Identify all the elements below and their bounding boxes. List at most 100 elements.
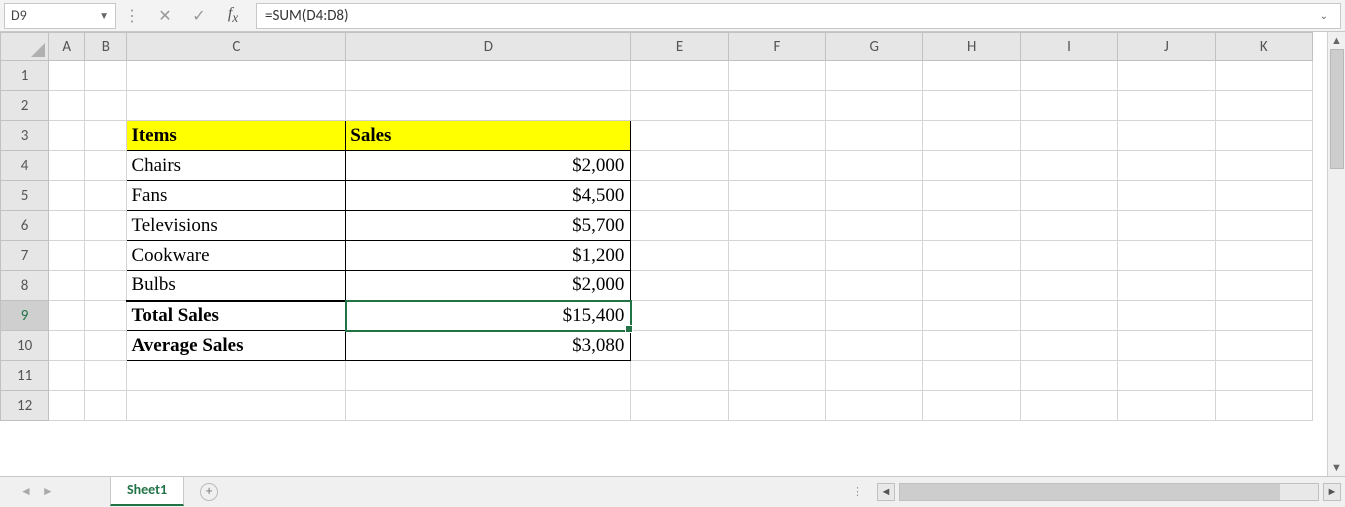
cell-B2[interactable]	[85, 91, 127, 121]
cell-E11[interactable]	[631, 361, 728, 391]
cell-H12[interactable]	[923, 391, 1020, 421]
cell-F2[interactable]	[728, 91, 825, 121]
cell-H1[interactable]	[923, 61, 1020, 91]
row-header-11[interactable]: 11	[1, 361, 49, 391]
fx-icon[interactable]: fx	[216, 5, 250, 26]
cell-I7[interactable]	[1020, 241, 1117, 271]
scroll-right-icon[interactable]: ►	[1323, 483, 1341, 501]
cell-G10[interactable]	[826, 331, 923, 361]
cell-D11[interactable]	[346, 361, 631, 391]
cell-D9[interactable]: $15,400	[346, 301, 631, 331]
row-header-2[interactable]: 2	[1, 91, 49, 121]
cell-F9[interactable]	[728, 301, 825, 331]
cell-E8[interactable]	[631, 271, 728, 301]
cell-E1[interactable]	[631, 61, 728, 91]
tab-next-icon[interactable]: ►	[42, 484, 54, 499]
col-header-K[interactable]: K	[1215, 33, 1312, 61]
cell-C3[interactable]: Items	[127, 121, 346, 151]
cell-E7[interactable]	[631, 241, 728, 271]
cell-J11[interactable]	[1118, 361, 1215, 391]
cell-G9[interactable]	[826, 301, 923, 331]
cell-D1[interactable]	[346, 61, 631, 91]
row-header-4[interactable]: 4	[1, 151, 49, 181]
cell-H4[interactable]	[923, 151, 1020, 181]
cell-C7[interactable]: Cookware	[127, 241, 346, 271]
cell-K9[interactable]	[1215, 301, 1312, 331]
row-header-6[interactable]: 6	[1, 211, 49, 241]
cell-C6[interactable]: Televisions	[127, 211, 346, 241]
cell-K1[interactable]	[1215, 61, 1312, 91]
cell-H8[interactable]	[923, 271, 1020, 301]
cell-B5[interactable]	[85, 181, 127, 211]
cell-A8[interactable]	[49, 271, 85, 301]
cell-E6[interactable]	[631, 211, 728, 241]
cell-A5[interactable]	[49, 181, 85, 211]
cell-B1[interactable]	[85, 61, 127, 91]
cell-E3[interactable]	[631, 121, 728, 151]
cell-B6[interactable]	[85, 211, 127, 241]
cell-I6[interactable]	[1020, 211, 1117, 241]
row-header-5[interactable]: 5	[1, 181, 49, 211]
cell-F7[interactable]	[728, 241, 825, 271]
hscroll-thumb[interactable]	[900, 484, 1280, 500]
col-header-G[interactable]: G	[826, 33, 923, 61]
cell-K8[interactable]	[1215, 271, 1312, 301]
row-header-3[interactable]: 3	[1, 121, 49, 151]
add-sheet-button[interactable]: +	[200, 483, 218, 501]
cell-J10[interactable]	[1118, 331, 1215, 361]
cell-I5[interactable]	[1020, 181, 1117, 211]
select-all-corner[interactable]	[1, 33, 49, 61]
cell-A11[interactable]	[49, 361, 85, 391]
cell-K6[interactable]	[1215, 211, 1312, 241]
cell-D6[interactable]: $5,700	[346, 211, 631, 241]
cell-K3[interactable]	[1215, 121, 1312, 151]
cell-G5[interactable]	[826, 181, 923, 211]
tab-prev-icon[interactable]: ◄	[20, 484, 32, 499]
cell-J2[interactable]	[1118, 91, 1215, 121]
horizontal-scrollbar[interactable]: ⋮ ◄ ►	[218, 483, 1345, 501]
cell-F4[interactable]	[728, 151, 825, 181]
cell-A1[interactable]	[49, 61, 85, 91]
cell-E2[interactable]	[631, 91, 728, 121]
check-icon[interactable]: ✓	[182, 6, 216, 26]
cell-A4[interactable]	[49, 151, 85, 181]
row-header-9[interactable]: 9	[1, 301, 49, 331]
row-header-12[interactable]: 12	[1, 391, 49, 421]
row-header-1[interactable]: 1	[1, 61, 49, 91]
cell-G2[interactable]	[826, 91, 923, 121]
cell-D7[interactable]: $1,200	[346, 241, 631, 271]
cell-B3[interactable]	[85, 121, 127, 151]
cell-B9[interactable]	[85, 301, 127, 331]
cell-A2[interactable]	[49, 91, 85, 121]
cell-D12[interactable]	[346, 391, 631, 421]
cell-H2[interactable]	[923, 91, 1020, 121]
cell-H6[interactable]	[923, 211, 1020, 241]
scroll-up-icon[interactable]: ▲	[1331, 34, 1342, 47]
formula-input[interactable]: =SUM(D4:D8) ⌄	[256, 3, 1341, 29]
row-header-7[interactable]: 7	[1, 241, 49, 271]
cell-G7[interactable]	[826, 241, 923, 271]
cell-D5[interactable]: $4,500	[346, 181, 631, 211]
col-header-C[interactable]: C	[127, 33, 346, 61]
cell-C12[interactable]	[127, 391, 346, 421]
col-header-B[interactable]: B	[85, 33, 127, 61]
cell-H7[interactable]	[923, 241, 1020, 271]
cell-F6[interactable]	[728, 211, 825, 241]
cell-G8[interactable]	[826, 271, 923, 301]
vertical-scrollbar[interactable]: ▲ ▼	[1327, 32, 1345, 476]
col-header-J[interactable]: J	[1118, 33, 1215, 61]
col-header-I[interactable]: I	[1020, 33, 1117, 61]
cell-F8[interactable]	[728, 271, 825, 301]
col-header-F[interactable]: F	[728, 33, 825, 61]
chevron-down-icon[interactable]: ▼	[99, 9, 109, 22]
cell-A3[interactable]	[49, 121, 85, 151]
cell-D10[interactable]: $3,080	[346, 331, 631, 361]
cell-F12[interactable]	[728, 391, 825, 421]
scroll-down-icon[interactable]: ▼	[1331, 461, 1342, 474]
cell-J4[interactable]	[1118, 151, 1215, 181]
cell-E5[interactable]	[631, 181, 728, 211]
cell-B4[interactable]	[85, 151, 127, 181]
cell-A7[interactable]	[49, 241, 85, 271]
cell-B11[interactable]	[85, 361, 127, 391]
cell-A9[interactable]	[49, 301, 85, 331]
